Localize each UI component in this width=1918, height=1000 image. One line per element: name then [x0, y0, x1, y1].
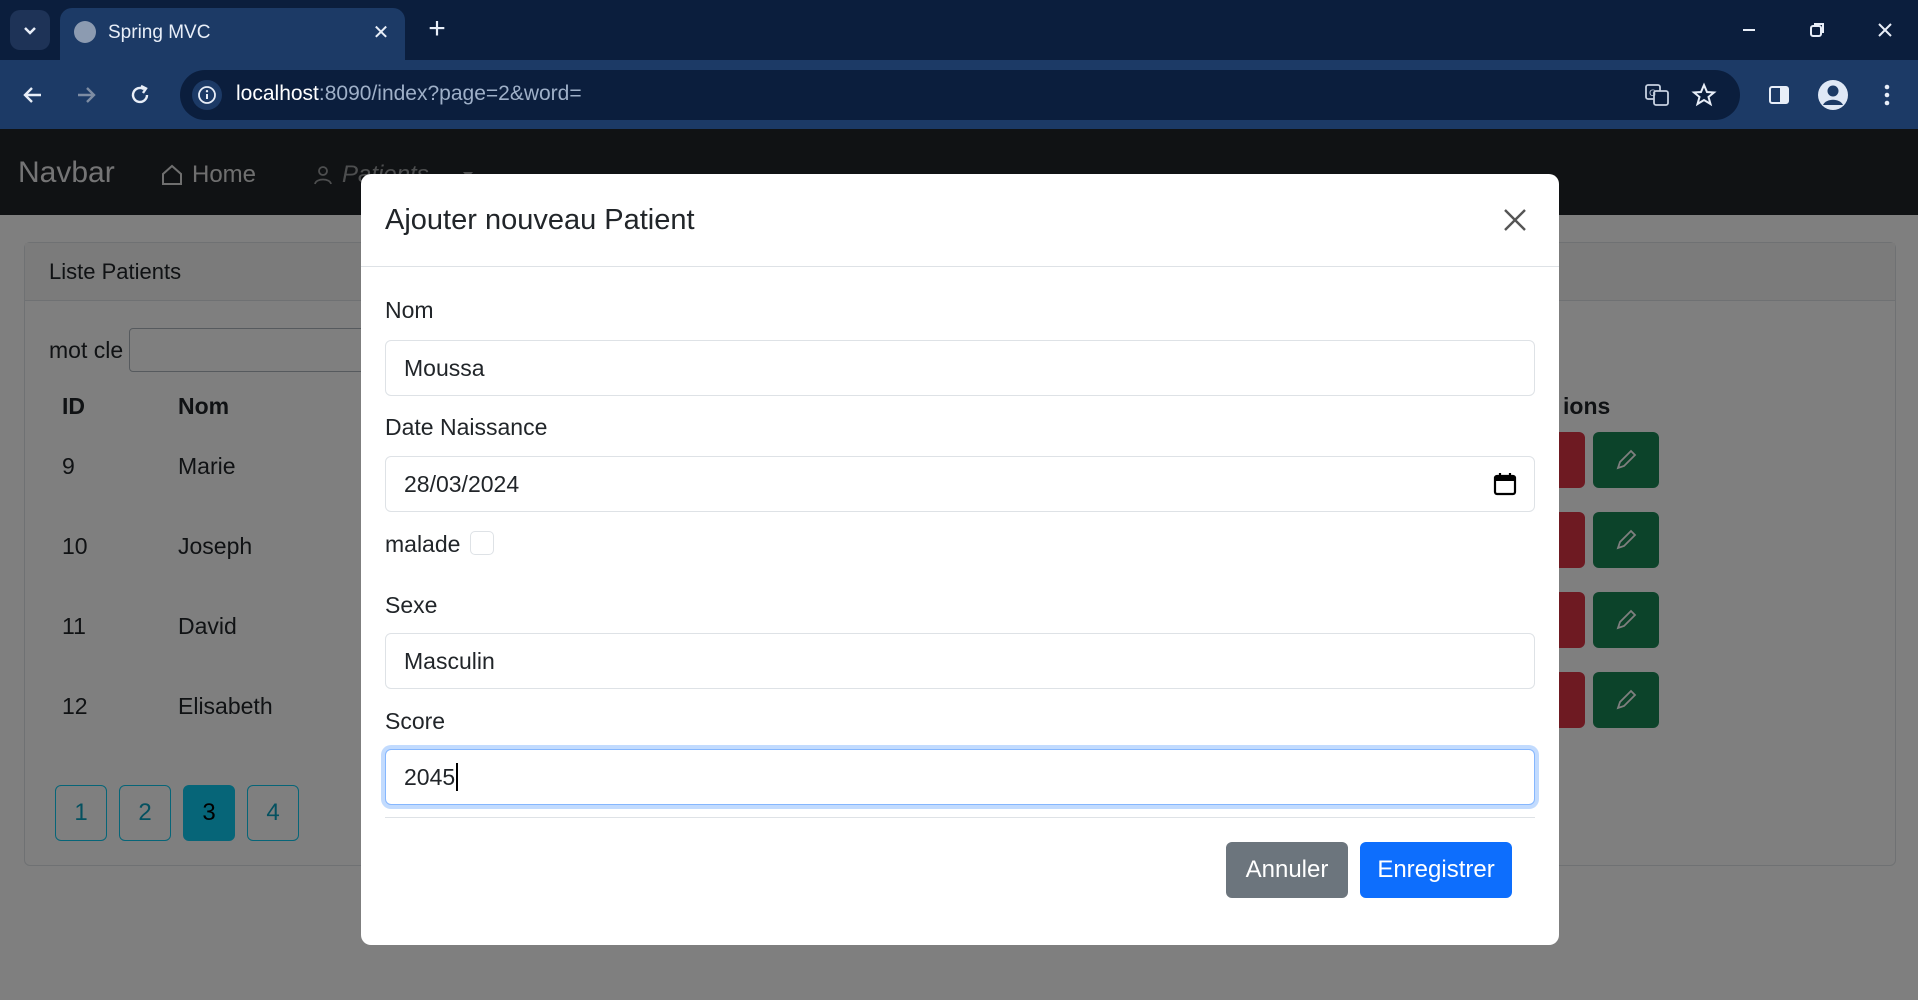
malade-checkbox[interactable] [470, 531, 494, 555]
side-panel-icon[interactable] [1760, 76, 1798, 114]
menu-kebab-icon[interactable] [1868, 76, 1906, 114]
tab-title: Spring MVC [108, 22, 211, 43]
chevron-down-icon [24, 27, 36, 35]
date-value: 28/03/2024 [404, 470, 520, 497]
bookmark-star-icon[interactable] [1689, 80, 1719, 110]
modal-title: Ajouter nouveau Patient [385, 204, 695, 236]
close-icon [1504, 209, 1526, 231]
profile-avatar-icon[interactable] [1814, 76, 1852, 114]
add-patient-modal: Ajouter nouveau Patient Nom Moussa Date … [361, 174, 1559, 945]
address-bar[interactable]: localhost:8090/index?page=2&word= G [180, 70, 1740, 120]
url-text: localhost:8090/index?page=2&word= [236, 82, 582, 106]
save-button[interactable]: Enregistrer [1360, 842, 1512, 898]
sexe-input[interactable]: Masculin [385, 633, 1535, 689]
nom-label: Nom [385, 297, 434, 323]
modal-divider [385, 817, 1535, 818]
score-label: Score [385, 708, 446, 734]
tab-list-button[interactable] [10, 10, 50, 50]
url-host: localhost [236, 82, 319, 105]
sexe-label: Sexe [385, 592, 438, 618]
restore-icon[interactable] [1794, 12, 1840, 48]
cancel-button[interactable]: Annuler [1226, 842, 1348, 898]
calendar-icon[interactable] [1492, 471, 1518, 497]
browser-toolbar: localhost:8090/index?page=2&word= G [0, 60, 1918, 129]
modal-close-button[interactable] [1495, 200, 1535, 240]
date-naissance-input[interactable]: 28/03/2024 [385, 456, 1535, 512]
browser-tab-bar: Spring MVC ✕ + [0, 0, 1918, 60]
url-path: :8090/index?page=2&word= [318, 82, 582, 105]
nom-input[interactable]: Moussa [385, 340, 1535, 396]
score-input[interactable]: 2045 [385, 749, 1535, 805]
translate-icon[interactable]: G [1642, 80, 1672, 110]
score-value: 2045 [404, 763, 456, 790]
forward-icon[interactable] [67, 76, 105, 114]
site-info-icon[interactable] [192, 80, 222, 110]
svg-text:G: G [1649, 89, 1656, 99]
malade-label: malade [385, 531, 461, 557]
browser-tab[interactable]: Spring MVC ✕ [60, 8, 405, 60]
globe-icon [74, 21, 96, 43]
back-icon[interactable] [14, 76, 52, 114]
tab-close-icon[interactable]: ✕ [367, 18, 395, 46]
date-naissance-label: Date Naissance [385, 414, 548, 440]
modal-header: Ajouter nouveau Patient [361, 174, 1559, 267]
minimize-icon[interactable] [1726, 12, 1772, 48]
new-tab-icon[interactable]: + [420, 14, 454, 48]
reload-icon[interactable] [121, 76, 159, 114]
window-close-icon[interactable] [1862, 12, 1908, 48]
text-caret [456, 763, 459, 791]
